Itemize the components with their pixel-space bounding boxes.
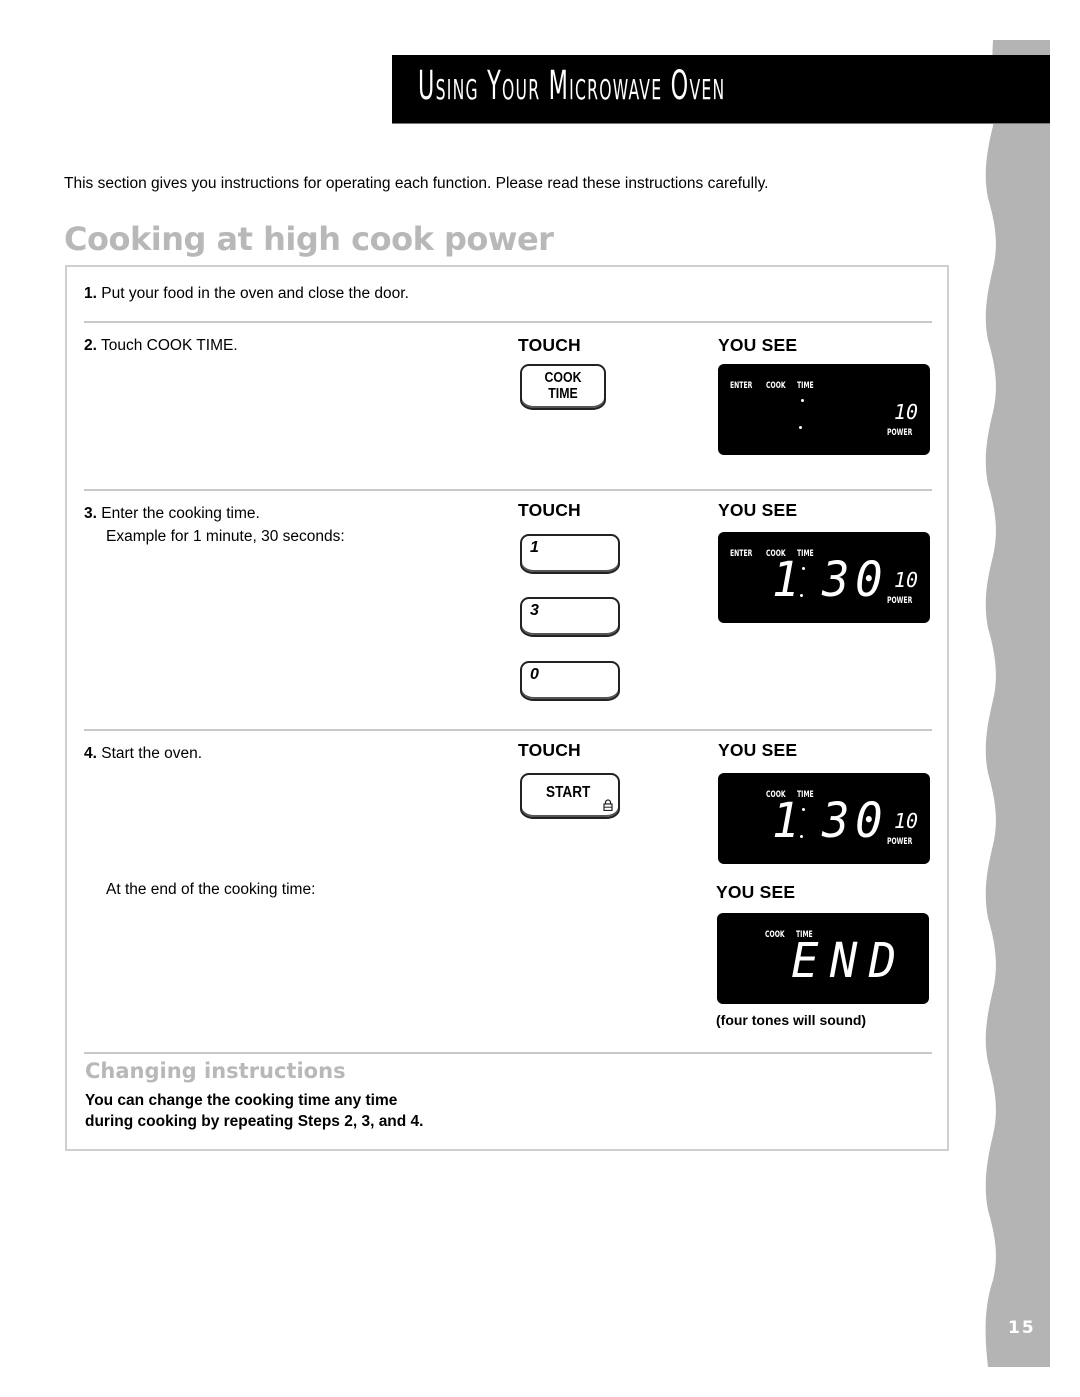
chapter-title: Using Your Microwave Oven [418, 63, 726, 109]
display-step-4: COOK TIME 1 30 10 POWER [718, 773, 930, 864]
chapter-title-bar: Using Your Microwave Oven [392, 55, 1050, 124]
display-end: COOK TIME END [717, 913, 929, 1004]
step-number: 2. [84, 337, 97, 354]
colon-dot-bottom [799, 426, 802, 429]
touch-header: TOUCH [518, 335, 581, 355]
side-decorative-band [985, 40, 1050, 1367]
colon-dot-top [801, 399, 804, 402]
number-key-0[interactable]: 0 [520, 661, 620, 701]
display-seconds: 30 [822, 552, 889, 608]
tones-note: (four tones will sound) [716, 1012, 867, 1028]
page-number: 15 [1008, 1318, 1036, 1338]
section-title: Cooking at high cook power [64, 220, 554, 258]
power-label: POWER [887, 428, 913, 438]
colon-dot-bottom [800, 594, 803, 597]
changing-line-1: You can change the cooking time any time [85, 1092, 398, 1109]
step-text: Touch COOK TIME. [100, 337, 238, 354]
key-label: 0 [530, 666, 539, 683]
step-text: Put your food in the oven and close the … [101, 285, 409, 302]
touch-header: TOUCH [518, 500, 581, 520]
power-label: POWER [887, 837, 913, 847]
power-label: POWER [887, 596, 913, 606]
display-label-enter: ENTER [730, 549, 753, 559]
step-number: 3. [84, 505, 97, 522]
key-label-line1: COOK [544, 370, 582, 386]
display-minutes: 1 [772, 793, 806, 849]
step-2: 2. Touch COOK TIME. [84, 334, 238, 358]
you-see-header: YOU SEE [718, 335, 798, 355]
changing-line-2: during cooking by repeating Steps 2, 3, … [85, 1113, 424, 1130]
colon-dot-bottom [800, 835, 803, 838]
display-label-cook: COOK [765, 930, 785, 940]
display-label-time: TIME [797, 381, 814, 391]
display-label-enter: ENTER [730, 381, 753, 391]
divider [84, 1052, 932, 1054]
key-label: 1 [530, 539, 539, 556]
divider [84, 489, 932, 491]
display-end-text: END [791, 933, 908, 989]
colon-dot-top [802, 567, 805, 570]
power-level: 10 [894, 400, 919, 424]
display-step-3: ENTER COOK TIME 1 30 10 POWER [718, 532, 930, 623]
step-3: 3. Enter the cooking time. [84, 502, 260, 526]
you-see-header: YOU SEE [716, 882, 796, 902]
end-of-cooking-text: At the end of the cooking time: [106, 881, 316, 898]
step-text: Start the oven. [101, 745, 203, 762]
display-label-cook: COOK [766, 381, 786, 391]
divider [84, 321, 932, 323]
intro-text: This section gives you instructions for … [64, 175, 769, 192]
key-label: 3 [530, 602, 539, 619]
step-number: 4. [84, 745, 97, 762]
cook-time-key[interactable]: COOK TIME [520, 364, 606, 410]
power-level: 10 [894, 809, 919, 833]
display-minutes: 1 [772, 552, 806, 608]
key-label: START [546, 784, 591, 801]
you-see-header: YOU SEE [718, 740, 798, 760]
number-key-3[interactable]: 3 [520, 597, 620, 637]
step-1: 1. Put your food in the oven and close t… [84, 282, 409, 306]
divider [84, 729, 932, 731]
you-see-header: YOU SEE [718, 500, 798, 520]
number-key-1[interactable]: 1 [520, 534, 620, 574]
start-key[interactable]: START [520, 773, 620, 819]
step-3-example: Example for 1 minute, 30 seconds: [106, 528, 345, 545]
power-level: 10 [894, 568, 919, 592]
step-text: Enter the cooking time. [101, 505, 260, 522]
step-4: 4. Start the oven. [84, 742, 202, 766]
touch-header: TOUCH [518, 740, 581, 760]
step-number: 1. [84, 285, 97, 302]
key-label-line2: TIME [548, 386, 578, 402]
changing-instructions-body: You can change the cooking time any time… [85, 1090, 423, 1132]
display-step-2: ENTER COOK TIME 10 POWER [718, 364, 930, 455]
changing-instructions-title: Changing instructions [85, 1059, 346, 1083]
lock-icon [603, 799, 613, 811]
display-seconds: 30 [822, 793, 889, 849]
colon-dot-top [802, 808, 805, 811]
